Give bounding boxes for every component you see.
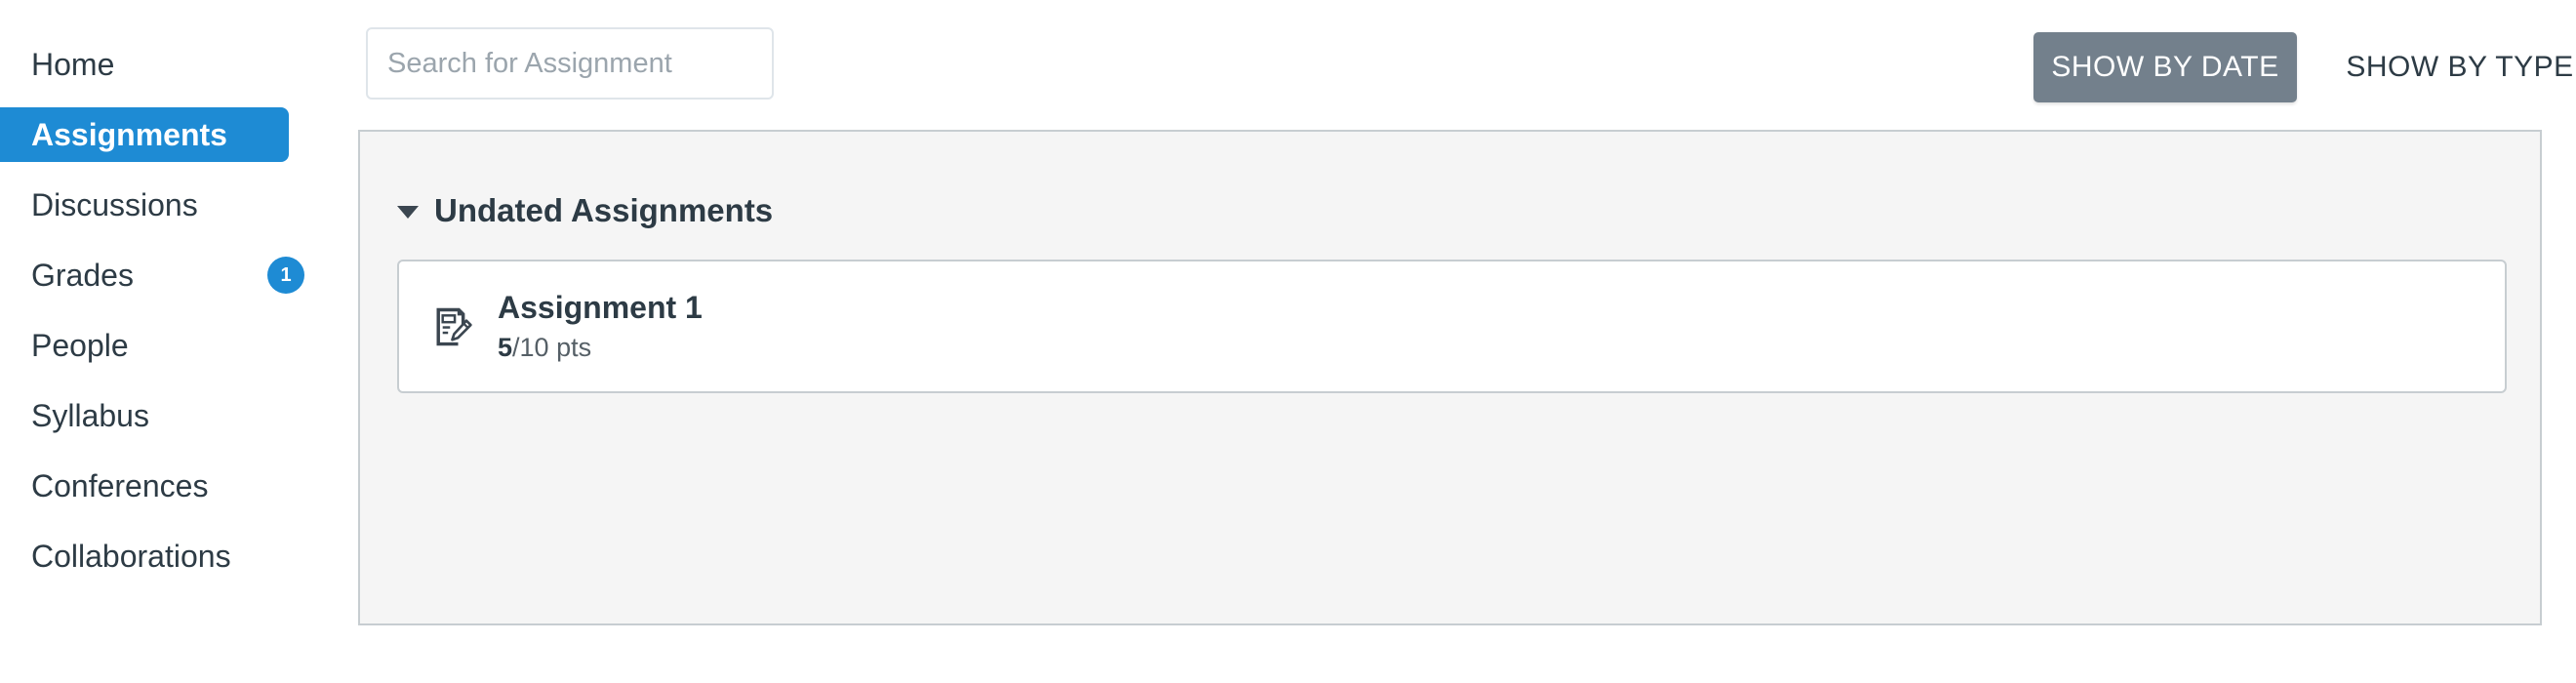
sidebar-item-label: Grades (31, 258, 134, 293)
show-by-date-button[interactable]: SHOW BY DATE (2033, 32, 2297, 102)
assignment-points-suffix: /10 pts (512, 333, 592, 363)
course-navigation-sidebar: Home Assignments Discussions Grades 1 Pe… (0, 0, 322, 683)
sidebar-item-conferences[interactable]: Conferences (0, 459, 322, 513)
assignment-group-title: Undated Assignments (434, 192, 774, 228)
assignment-group-header[interactable]: Undated Assignments (397, 192, 773, 229)
sidebar-item-label: Home (31, 47, 115, 82)
sidebar-item-syllabus[interactable]: Syllabus (0, 388, 322, 443)
assignment-document-pencil-icon (436, 307, 472, 345)
assignments-panel: Undated Assignments Assignment 1 5/10 pt… (358, 130, 2542, 625)
assignments-toolbar: SHOW BY DATE SHOW BY TYPE (358, 0, 2573, 130)
grades-unread-badge: 1 (267, 257, 304, 294)
sidebar-item-label: Syllabus (31, 398, 149, 433)
assignment-title: Assignment 1 (498, 290, 703, 326)
show-by-type-button[interactable]: SHOW BY TYPE (2328, 32, 2576, 102)
search-input[interactable] (366, 27, 774, 100)
sidebar-item-label: Discussions (31, 187, 198, 222)
sidebar-item-label: Collaborations (31, 539, 231, 574)
assignment-row[interactable]: Assignment 1 5/10 pts (397, 260, 2507, 393)
assignment-score: 5 (498, 333, 513, 363)
sidebar-item-label: Conferences (31, 468, 209, 503)
sidebar-item-home[interactable]: Home (0, 37, 322, 92)
assignment-points: 5/10 pts (498, 333, 703, 363)
assignment-card-text: Assignment 1 5/10 pts (498, 290, 703, 362)
sidebar-item-grades[interactable]: Grades 1 (0, 248, 322, 302)
sidebar-item-assignments[interactable]: Assignments (0, 107, 289, 162)
sidebar-item-label: People (31, 328, 129, 363)
sidebar-item-discussions[interactable]: Discussions (0, 178, 322, 232)
sidebar-item-people[interactable]: People (0, 318, 322, 373)
sidebar-item-label: Assignments (31, 117, 227, 152)
sidebar-item-collaborations[interactable]: Collaborations (0, 529, 322, 583)
caret-down-icon[interactable] (397, 206, 419, 219)
